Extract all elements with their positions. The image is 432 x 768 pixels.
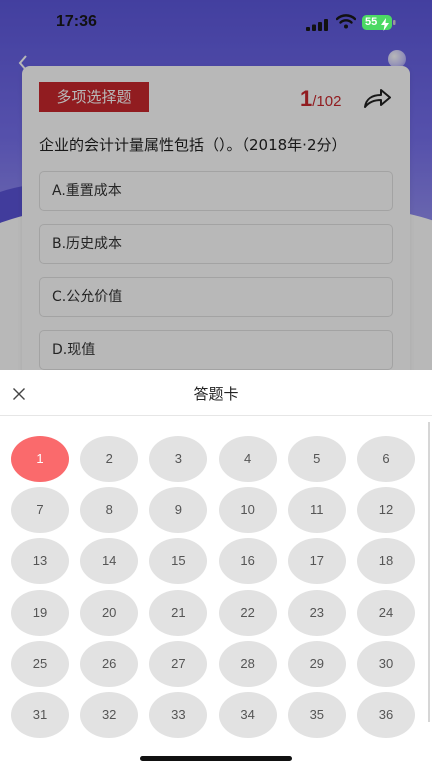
question-number-cell[interactable]: 7 — [11, 487, 69, 534]
modal-backdrop[interactable] — [0, 0, 432, 370]
question-number-cell[interactable]: 3 — [149, 436, 208, 482]
question-number-cell[interactable]: 21 — [149, 589, 208, 636]
question-number-cell[interactable]: 18 — [357, 538, 415, 585]
question-number-cell[interactable]: 10 — [218, 487, 277, 534]
scrollbar[interactable] — [428, 422, 430, 722]
question-number-cell[interactable]: 35 — [287, 692, 346, 738]
question-number-cell[interactable]: 28 — [218, 640, 277, 687]
question-number-cell[interactable]: 1 — [11, 436, 69, 482]
home-indicator — [140, 756, 292, 761]
question-number-cell[interactable]: 9 — [149, 487, 208, 534]
question-number-cell[interactable]: 5 — [287, 436, 346, 482]
question-number-cell[interactable]: 19 — [11, 589, 69, 636]
question-number-cell[interactable]: 12 — [357, 487, 415, 534]
question-number-cell[interactable]: 27 — [149, 640, 208, 687]
question-number-cell[interactable]: 8 — [80, 487, 139, 534]
question-number-cell[interactable]: 23 — [287, 589, 346, 636]
question-number-cell[interactable]: 24 — [357, 589, 415, 636]
question-number-cell[interactable]: 25 — [11, 640, 69, 687]
question-number-cell[interactable]: 31 — [11, 692, 69, 738]
question-number-cell[interactable]: 4 — [218, 436, 277, 482]
question-number-cell[interactable]: 13 — [11, 538, 69, 585]
answer-sheet-panel: 答题卡 1 2 3 4 5 6 7 8 9 10 11 12 13 14 15 16 17 18 19 20 21 22 2… — [0, 370, 432, 768]
question-number-cell[interactable]: 32 — [80, 692, 139, 738]
battery-level: 55 — [365, 16, 378, 28]
signal-icon — [306, 16, 328, 31]
battery-icon: 55 — [362, 15, 396, 31]
question-number-cell[interactable]: 33 — [149, 692, 208, 738]
question-number-cell[interactable]: 14 — [80, 538, 139, 585]
answer-sheet-title: 答题卡 — [193, 385, 239, 403]
status-bar: 17:36 55 — [0, 0, 432, 44]
wifi-icon — [335, 14, 357, 29]
question-number-cell[interactable]: 22 — [218, 589, 277, 636]
question-number-cell[interactable]: 16 — [218, 538, 277, 585]
question-number-cell[interactable]: 36 — [357, 692, 415, 738]
question-number-cell[interactable]: 26 — [80, 640, 139, 687]
close-icon[interactable] — [12, 386, 26, 400]
question-number-cell[interactable]: 11 — [287, 487, 346, 534]
question-number-cell[interactable]: 15 — [149, 538, 208, 585]
status-time: 17:36 — [56, 13, 97, 30]
question-number-cell[interactable]: 6 — [357, 436, 415, 482]
question-number-cell[interactable]: 29 — [287, 640, 346, 687]
question-number-cell[interactable]: 20 — [80, 589, 139, 636]
question-number-cell[interactable]: 2 — [80, 436, 139, 482]
answer-sheet-header: 答题卡 — [0, 370, 432, 416]
question-number-cell[interactable]: 17 — [287, 538, 346, 585]
question-number-cell[interactable]: 30 — [357, 640, 415, 687]
question-number-cell[interactable]: 34 — [218, 692, 277, 738]
charging-icon — [381, 16, 389, 35]
